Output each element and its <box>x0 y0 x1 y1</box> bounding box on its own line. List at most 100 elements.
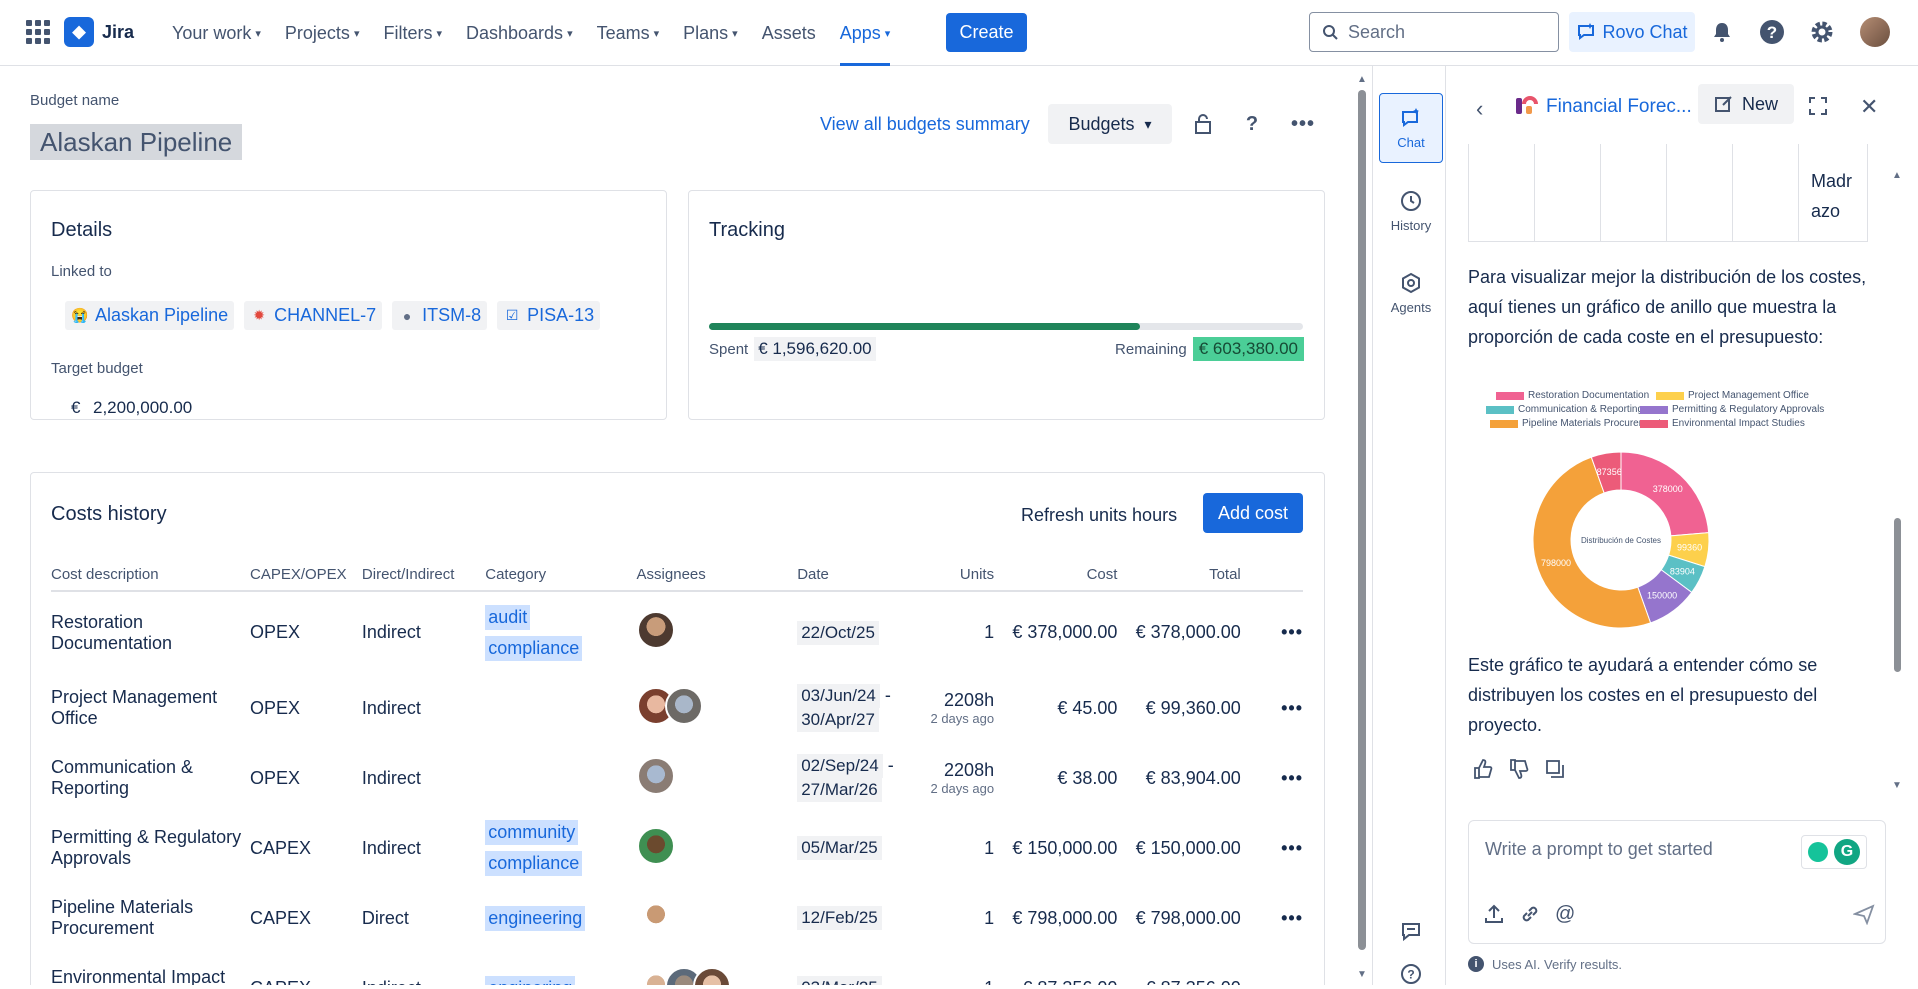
category-tag[interactable]: enginering <box>485 975 576 985</box>
gear-icon[interactable] <box>1807 17 1837 47</box>
units: 1 <box>984 837 995 858</box>
help-icon[interactable]: ? <box>1757 17 1787 47</box>
table-row[interactable]: Communication & Reporting OPEX Indirect … <box>51 743 1303 813</box>
cost: € 87,356.00 <box>994 953 1117 986</box>
date-chip[interactable]: 03/Mar/25 <box>797 976 882 985</box>
scroll-up-icon[interactable]: ▲ <box>1357 74 1367 85</box>
nav-teams[interactable]: Teams ▾ <box>597 0 660 66</box>
grammarly-widget[interactable]: G <box>1801 835 1867 869</box>
nav-your-work[interactable]: Your work ▾ <box>172 0 261 66</box>
copy-icon[interactable] <box>1544 758 1566 780</box>
avatar[interactable] <box>636 756 675 795</box>
link-itsm-8[interactable]: ● ITSM-8 <box>392 301 488 330</box>
chat-scroll-down-icon[interactable]: ▼ <box>1892 780 1902 791</box>
target-budget-value[interactable]: 2,200,000.00 <box>93 398 192 418</box>
budgets-dropdown[interactable]: Budgets ▾ <box>1048 104 1172 144</box>
nav-label: Teams <box>596 22 650 43</box>
slice-value-label: 99360 <box>1677 543 1702 553</box>
row-more-icon[interactable]: ••• <box>1241 591 1303 673</box>
grammarly-icon[interactable]: G <box>1834 839 1860 865</box>
thumbs-up-icon[interactable] <box>1472 758 1494 780</box>
category-tag[interactable]: community <box>485 820 579 845</box>
back-chevron-icon[interactable]: ‹ <box>1476 96 1483 122</box>
notifications-icon[interactable] <box>1707 17 1737 47</box>
date-chip[interactable]: 30/Apr/27 <box>797 708 879 732</box>
row-more-icon[interactable]: ••• <box>1241 953 1303 986</box>
row-more-icon[interactable]: ••• <box>1241 743 1303 813</box>
link-icon[interactable] <box>1519 903 1541 925</box>
user-avatar[interactable] <box>1860 17 1890 47</box>
nav-apps[interactable]: Apps ▾ <box>839 0 890 66</box>
category: engineering <box>485 883 636 953</box>
cost: € 38.00 <box>1057 767 1118 788</box>
question-icon[interactable]: ? <box>1237 109 1267 139</box>
jira-logo[interactable]: ◆ Jira <box>64 17 134 47</box>
category-tag[interactable]: compliance <box>485 635 583 661</box>
close-icon[interactable]: ✕ <box>1860 94 1878 120</box>
chat-scroll-up-icon[interactable]: ▲ <box>1892 170 1902 181</box>
table-row[interactable]: Project Management Office OPEX Indirect … <box>51 673 1303 743</box>
thumbs-down-icon[interactable] <box>1508 758 1530 780</box>
nav-projects[interactable]: Projects ▾ <box>285 0 360 66</box>
rovo-chat-button[interactable]: Rovo Chat <box>1569 12 1695 52</box>
chat-scrollbar-thumb[interactable] <box>1894 518 1901 672</box>
date-chip[interactable]: 27/Mar/26 <box>797 778 882 802</box>
create-button[interactable]: Create <box>946 13 1027 52</box>
scroll-down-icon[interactable]: ▼ <box>1357 969 1367 980</box>
prompt-input[interactable]: Write a prompt to get started G @ <box>1468 820 1886 944</box>
search-input[interactable]: Search <box>1309 12 1559 52</box>
new-chat-button[interactable]: New <box>1698 84 1794 124</box>
date-chip[interactable]: 05/Mar/25 <box>797 836 882 860</box>
column-header: Units <box>921 561 995 592</box>
category-tag[interactable]: engineering <box>485 905 586 931</box>
lock-icon[interactable] <box>1188 109 1218 139</box>
sidebar-item-agents[interactable]: Agents <box>1379 258 1443 328</box>
row-more-icon[interactable]: ••• <box>1241 883 1303 953</box>
link-alaskan-pipeline[interactable]: 😭 Alaskan Pipeline <box>65 301 235 330</box>
avatar[interactable] <box>636 826 675 865</box>
sidebar-item-chat[interactable]: Chat <box>1379 93 1443 163</box>
mention-icon[interactable]: @ <box>1555 903 1575 925</box>
avatar[interactable] <box>636 611 675 649</box>
feedback-icon[interactable] <box>1379 911 1443 951</box>
expand-icon[interactable] <box>1808 96 1828 121</box>
table-row[interactable]: Pipeline Materials Procurement CAPEX Dir… <box>51 883 1303 953</box>
sidebar-item-history[interactable]: History <box>1379 176 1443 246</box>
nav-filters[interactable]: Filters ▾ <box>383 0 442 66</box>
more-actions-icon[interactable]: ••• <box>1288 109 1318 139</box>
table-row[interactable]: Restoration Documentation OPEX Indirect … <box>51 591 1303 673</box>
table-row[interactable]: Permitting & Regulatory Approvals CAPEX … <box>51 813 1303 883</box>
date-chip[interactable]: 22/Oct/25 <box>797 620 879 645</box>
tracking-title: Tracking <box>709 219 785 241</box>
avatar[interactable] <box>664 686 703 725</box>
nav-dashboards[interactable]: Dashboards ▾ <box>466 0 573 66</box>
nav-assets[interactable]: Assets <box>762 0 816 66</box>
link-channel-7[interactable]: ✹ CHANNEL-7 <box>244 301 383 330</box>
category-tag[interactable]: audit <box>485 604 531 630</box>
date-chip[interactable]: 12/Feb/25 <box>797 906 882 930</box>
scrollbar-thumb[interactable] <box>1358 90 1366 950</box>
view-all-budgets-link[interactable]: View all budgets summary <box>820 114 1030 135</box>
category-tag[interactable]: compliance <box>485 851 583 876</box>
row-more-icon[interactable]: ••• <box>1241 813 1303 883</box>
date-chip[interactable]: 03/Jun/24 <box>797 684 880 708</box>
row-more-icon[interactable]: ••• <box>1241 673 1303 743</box>
table-row[interactable]: Environmental Impact Studies CAPEX Indir… <box>51 953 1303 985</box>
upload-icon[interactable] <box>1483 903 1505 925</box>
app-switcher-icon[interactable] <box>26 20 50 44</box>
chevron-down-icon: ▾ <box>653 27 660 40</box>
add-cost-button[interactable]: Add cost <box>1203 493 1303 533</box>
avatar[interactable] <box>636 896 675 935</box>
linked-to-label: Linked to <box>51 263 112 280</box>
refresh-units-button[interactable]: Refresh units hours <box>1021 495 1177 535</box>
page-scrollbar[interactable]: ▲ ▼ <box>1356 74 1368 985</box>
nav-plans[interactable]: Plans ▾ <box>683 0 738 66</box>
column-header: Total <box>1117 561 1241 592</box>
avatar[interactable] <box>692 966 731 985</box>
send-icon[interactable] <box>1853 903 1875 925</box>
date-chip[interactable]: 02/Sep/24 <box>797 754 883 778</box>
budget-name-field[interactable]: Alaskan Pipeline <box>30 124 243 160</box>
grammarly-assist-icon[interactable] <box>1808 842 1828 862</box>
rovo-chat-label: Rovo Chat <box>1602 21 1688 42</box>
link-pisa-13[interactable]: ☑ PISA-13 <box>497 301 601 330</box>
